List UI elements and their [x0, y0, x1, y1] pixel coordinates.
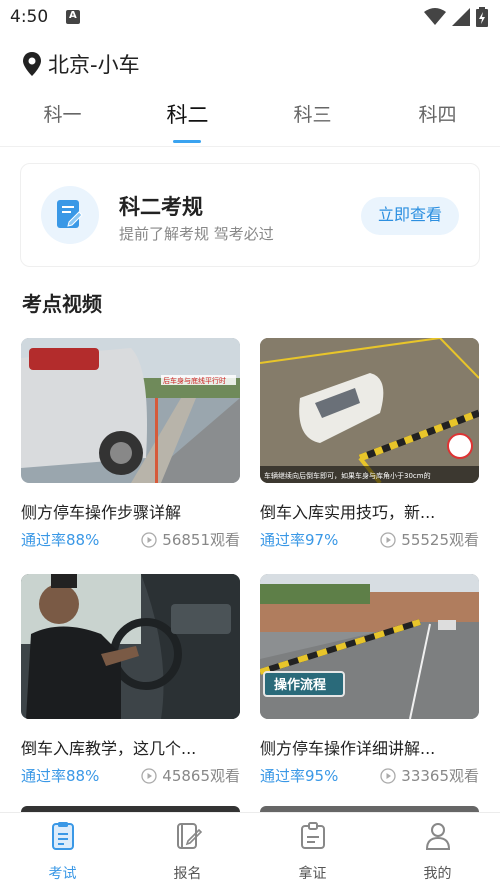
play-circle-icon [141, 767, 157, 784]
play-circle-icon [141, 531, 157, 548]
thumbnail-caption: 车辆继续向后倒车即可，如果车身与库角小于30cm的 [264, 471, 431, 480]
view-count-text: 33365观看 [401, 767, 479, 785]
pass-rate: 通过率88% [21, 767, 100, 785]
view-count: 45865观看 [141, 765, 240, 786]
nav-label: 考试 [48, 866, 77, 882]
video-thumbnail[interactable]: 车辆继续向后倒车即可，如果车身与库角小于30cm的 [260, 338, 479, 483]
video-thumbnail[interactable]: 后车身与底线平行时 [21, 338, 240, 483]
tab-subject-1[interactable]: 科一 [0, 100, 125, 127]
view-count-text: 45865观看 [162, 767, 240, 785]
thumbnail-image-driving-instructor [21, 574, 240, 719]
view-count: 55525观看 [380, 529, 479, 550]
video-thumbnail[interactable]: 操作流程 [260, 574, 479, 719]
thumbnail-caption: 操作流程 [274, 677, 326, 693]
view-count: 56851观看 [141, 529, 240, 550]
section-title: 考点视频 [22, 292, 102, 316]
exam-icon [52, 822, 74, 850]
play-circle-icon [380, 531, 396, 548]
bottom-navigation: 考试 报名 拿证 我的 [0, 812, 500, 888]
video-title[interactable]: 侧方停车操作步骤详解 [21, 499, 240, 523]
active-tab-indicator [173, 140, 201, 143]
nav-item-profile[interactable]: 我的 [375, 813, 500, 888]
video-title[interactable]: 侧方停车操作详细讲解... [260, 735, 479, 759]
play-circle-icon [380, 767, 396, 784]
wifi-icon [424, 8, 446, 25]
tab-subject-3[interactable]: 科三 [250, 100, 375, 127]
pass-rate: 通过率95% [260, 767, 339, 785]
thumbnail-image-side-parking-course: 操作流程 [260, 574, 479, 719]
exam-rules-card[interactable]: 科二考规 提前了解考规 驾考必过 立即查看 [20, 163, 480, 267]
profile-icon [425, 823, 451, 850]
subject-tabs: 科一 科二 科三 科四 [0, 100, 500, 144]
tabs-divider [0, 146, 500, 147]
video-title[interactable]: 倒车入库实用技巧，新... [260, 499, 479, 523]
tab-subject-4[interactable]: 科四 [375, 100, 500, 127]
location-selector[interactable]: 北京-小车 [22, 49, 140, 79]
nav-label: 我的 [423, 866, 452, 882]
document-edit-icon [57, 200, 83, 228]
rules-icon-circle [41, 186, 99, 244]
license-icon [301, 822, 325, 849]
nav-item-signup[interactable]: 报名 [125, 813, 250, 888]
rules-title: 科二考规 [119, 195, 203, 219]
view-now-button[interactable]: 立即查看 [361, 197, 459, 235]
thumbnail-image-parallel-parking: 后车身与底线平行时 [21, 338, 240, 483]
status-bar: 4:50 [0, 0, 500, 34]
status-icons [424, 7, 488, 27]
battery-icon [476, 7, 488, 27]
location-text: 北京-小车 [48, 53, 140, 77]
tab-subject-2[interactable]: 科二 [125, 99, 250, 129]
video-thumbnail[interactable] [21, 574, 240, 719]
rules-subtitle: 提前了解考规 驾考必过 [119, 225, 274, 243]
view-count: 33365观看 [380, 765, 479, 786]
signal-icon [452, 8, 470, 26]
location-pin-icon [23, 52, 41, 76]
pass-rate: 通过率97% [260, 531, 339, 549]
signup-icon [177, 823, 203, 849]
thumbnail-caption: 后车身与底线平行时 [163, 376, 226, 385]
status-time: 4:50 [10, 7, 49, 27]
view-count-text: 55525观看 [401, 531, 479, 549]
notification-icon [66, 10, 80, 24]
nav-label: 拿证 [298, 866, 327, 882]
view-count-text: 56851观看 [162, 531, 240, 549]
nav-label: 报名 [173, 866, 202, 882]
thumbnail-image-reverse-parking: 车辆继续向后倒车即可，如果车身与库角小于30cm的 [260, 338, 479, 483]
nav-item-exam[interactable]: 考试 [0, 813, 125, 888]
nav-item-license[interactable]: 拿证 [250, 813, 375, 888]
pass-rate: 通过率88% [21, 531, 100, 549]
video-title[interactable]: 倒车入库教学，这几个... [21, 735, 240, 759]
